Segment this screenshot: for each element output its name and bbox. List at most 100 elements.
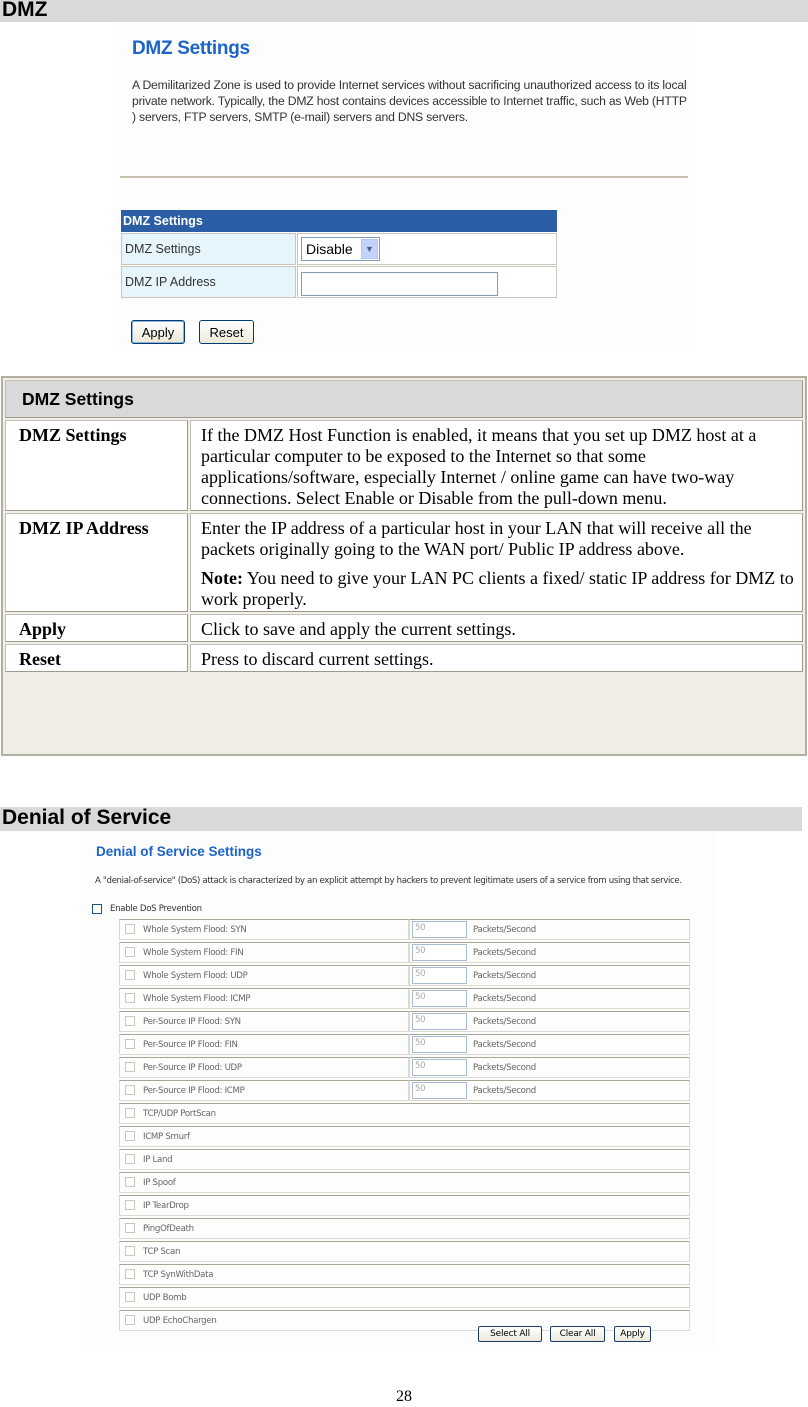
- dos-option-rate-cell: 50 Packets/Second: [409, 965, 690, 986]
- dmz-settings-select[interactable]: Disable ▼: [301, 237, 380, 261]
- dos-option-label: UDP EchoChargen: [143, 1316, 217, 1326]
- dos-option-rate-cell: 50 Packets/Second: [409, 942, 690, 963]
- dos-option-label: IP Land: [143, 1155, 173, 1165]
- dos-apply-button[interactable]: Apply: [614, 1326, 651, 1342]
- dos-options-table: Whole System Flood: SYN 50 Packets/Second W…: [119, 917, 690, 1333]
- desc-table-row: DMZ Settings If the DMZ Host Function is…: [5, 420, 803, 511]
- packets-per-second-input[interactable]: 50: [412, 944, 467, 961]
- dos-option-checkbox[interactable]: [125, 1131, 135, 1141]
- desc-term: Apply: [5, 614, 188, 642]
- dos-option-checkbox[interactable]: [125, 970, 135, 980]
- desc-note-label: Note:: [201, 568, 243, 588]
- packets-per-second-input[interactable]: 50: [412, 1036, 467, 1053]
- packets-per-second-input[interactable]: 50: [412, 1059, 467, 1076]
- dos-option-checkbox[interactable]: [125, 1315, 135, 1325]
- dos-option-checkbox[interactable]: [125, 1039, 135, 1049]
- dos-option-label: PingOfDeath: [143, 1224, 194, 1234]
- dos-option-checkbox[interactable]: [125, 947, 135, 957]
- dos-option-checkbox[interactable]: [125, 1200, 135, 1210]
- dos-option-label: Per-Source IP Flood: ICMP: [143, 1086, 245, 1096]
- desc-definition: Click to save and apply the current sett…: [190, 614, 803, 642]
- dos-option-checkbox[interactable]: [125, 1269, 135, 1279]
- dos-option-label: IP TearDrop: [143, 1201, 189, 1211]
- dos-option-name-cell: Per-Source IP Flood: SYN: [119, 1011, 409, 1032]
- dos-option-row: IP TearDrop: [119, 1195, 690, 1216]
- enable-dos-checkbox[interactable]: [92, 904, 102, 914]
- desc-table-row: Apply Click to save and apply the curren…: [5, 614, 803, 642]
- dos-option-row: IP Spoof: [119, 1172, 690, 1193]
- dos-option-checkbox[interactable]: [125, 1177, 135, 1187]
- dos-option-checkbox[interactable]: [125, 1154, 135, 1164]
- dos-option-name-cell: Whole System Flood: ICMP: [119, 988, 409, 1009]
- dos-option-label: TCP Scan: [143, 1247, 181, 1257]
- chevron-down-icon[interactable]: ▼: [361, 239, 378, 259]
- dos-option-checkbox[interactable]: [125, 1246, 135, 1256]
- dos-rate-option-row: Per-Source IP Flood: UDP 50 Packets/Second: [119, 1057, 690, 1078]
- dmz-ip-address-input[interactable]: [301, 271, 498, 296]
- dos-option-cell: TCP/UDP PortScan: [119, 1103, 690, 1124]
- rate-unit-label: Packets/Second: [473, 948, 536, 958]
- page-number: 28: [396, 1388, 412, 1405]
- select-all-button[interactable]: Select All: [478, 1326, 542, 1342]
- dos-rate-option-row: Whole System Flood: SYN 50 Packets/Second: [119, 919, 690, 940]
- dos-option-row: ICMP Smurf: [119, 1126, 690, 1147]
- dos-option-label: TCP/UDP PortScan: [143, 1109, 216, 1119]
- dos-option-cell: ICMP Smurf: [119, 1126, 690, 1147]
- dos-option-checkbox[interactable]: [125, 1108, 135, 1118]
- dos-option-label: Whole System Flood: UDP: [143, 971, 248, 981]
- clear-all-button[interactable]: Clear All: [550, 1326, 605, 1342]
- desc-table-header: DMZ Settings: [5, 380, 803, 418]
- rate-unit-label: Packets/Second: [473, 994, 536, 1004]
- dos-option-row: IP Land: [119, 1149, 690, 1170]
- dos-option-checkbox[interactable]: [125, 1292, 135, 1302]
- dos-option-cell: IP Land: [119, 1149, 690, 1170]
- rate-unit-label: Packets/Second: [473, 1063, 536, 1073]
- desc-definition: If the DMZ Host Function is enabled, it …: [190, 420, 803, 511]
- dmz-settings-screenshot: DMZ Settings A Demilitarized Zone is use…: [113, 22, 690, 352]
- dos-option-name-cell: Whole System Flood: FIN: [119, 942, 409, 963]
- dos-option-label: Per-Source IP Flood: FIN: [143, 1040, 238, 1050]
- dos-option-rate-cell: 50 Packets/Second: [409, 1057, 690, 1078]
- packets-per-second-input[interactable]: 50: [412, 1082, 467, 1099]
- packets-per-second-input[interactable]: 50: [412, 990, 467, 1007]
- dos-option-checkbox[interactable]: [125, 1016, 135, 1026]
- dmz-page-description: A Demilitarized Zone is used to provide …: [132, 78, 687, 124]
- dos-option-rate-cell: 50 Packets/Second: [409, 919, 690, 940]
- dos-option-checkbox[interactable]: [125, 924, 135, 934]
- dos-option-row: TCP/UDP PortScan: [119, 1103, 690, 1124]
- rate-unit-label: Packets/Second: [473, 1040, 536, 1050]
- dos-option-checkbox[interactable]: [125, 1085, 135, 1095]
- dos-option-rate-cell: 50 Packets/Second: [409, 1011, 690, 1032]
- packets-per-second-input[interactable]: 50: [412, 1013, 467, 1030]
- dos-option-checkbox[interactable]: [125, 1062, 135, 1072]
- dos-option-cell: IP Spoof: [119, 1172, 690, 1193]
- packets-per-second-input[interactable]: 50: [412, 921, 467, 938]
- dos-option-name-cell: Per-Source IP Flood: ICMP: [119, 1080, 409, 1101]
- dmz-apply-button[interactable]: Apply: [131, 320, 185, 344]
- desc-term: Reset: [5, 644, 188, 672]
- dos-option-label: Per-Source IP Flood: SYN: [143, 1017, 241, 1027]
- dos-option-checkbox[interactable]: [125, 993, 135, 1003]
- divider: [120, 176, 688, 178]
- dos-rate-option-row: Whole System Flood: FIN 50 Packets/Second: [119, 942, 690, 963]
- dos-option-cell: PingOfDeath: [119, 1218, 690, 1239]
- dos-option-cell: IP TearDrop: [119, 1195, 690, 1216]
- dos-option-name-cell: Per-Source IP Flood: UDP: [119, 1057, 409, 1078]
- rate-unit-label: Packets/Second: [473, 971, 536, 981]
- desc-table-row: DMZ IP Address Enter the IP address of a…: [5, 513, 803, 612]
- dos-option-label: Whole System Flood: SYN: [143, 925, 247, 935]
- rate-unit-label: Packets/Second: [473, 1086, 536, 1096]
- rate-unit-label: Packets/Second: [473, 925, 536, 935]
- dmz-page-title: DMZ Settings: [132, 38, 250, 59]
- dos-option-label: TCP SynWithData: [143, 1270, 214, 1280]
- dmz-settings-label: DMZ Settings: [121, 233, 296, 265]
- dos-option-checkbox[interactable]: [125, 1223, 135, 1233]
- dos-option-row: UDP Bomb: [119, 1287, 690, 1308]
- dmz-reset-button[interactable]: Reset: [199, 320, 254, 344]
- desc-term: DMZ IP Address: [5, 513, 188, 612]
- dos-option-rate-cell: 50 Packets/Second: [409, 988, 690, 1009]
- dos-option-name-cell: Whole System Flood: SYN: [119, 919, 409, 940]
- dos-option-label: ICMP Smurf: [143, 1132, 190, 1142]
- dos-option-cell: TCP SynWithData: [119, 1264, 690, 1285]
- packets-per-second-input[interactable]: 50: [412, 967, 467, 984]
